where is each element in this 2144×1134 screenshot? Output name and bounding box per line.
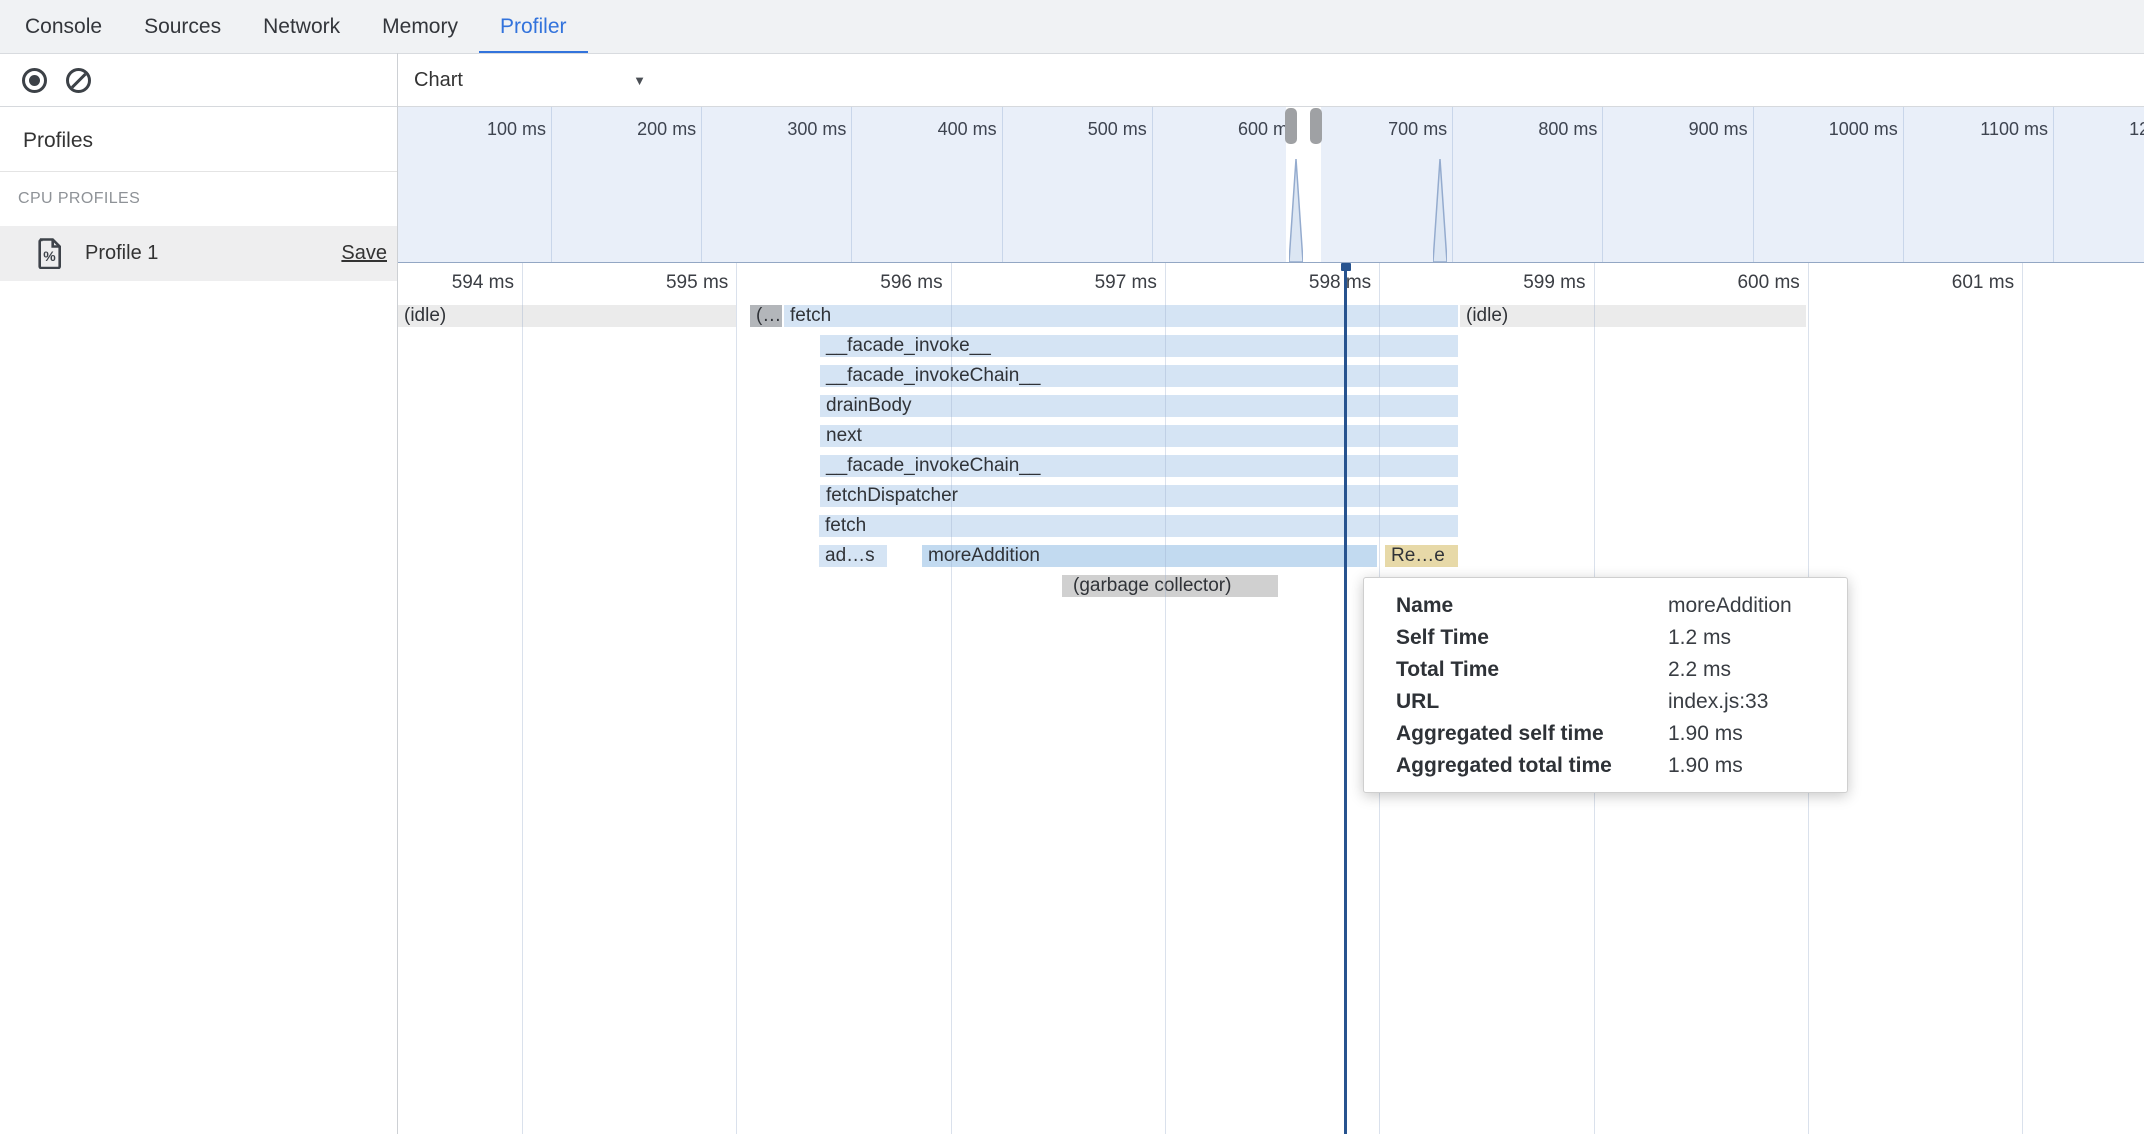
ruler-tick-label: 596 ms bbox=[793, 272, 943, 292]
flame-bar[interactable]: __facade_invokeChain__ bbox=[820, 455, 1458, 477]
selection-handle-right[interactable] bbox=[1310, 108, 1322, 144]
overview-tick-label: 100 ms bbox=[398, 119, 546, 139]
flame-bar[interactable]: moreAddition bbox=[922, 545, 1377, 567]
tooltip-row: Aggregated total time1.90 ms bbox=[1396, 750, 1847, 782]
tooltip-field-value: 1.90 ms bbox=[1668, 718, 1847, 750]
tooltip-field-label: Self Time bbox=[1396, 622, 1668, 654]
tooltip-field-value: 2.2 ms bbox=[1668, 654, 1847, 686]
overview-tick-label: 1000 ms bbox=[1738, 119, 1898, 139]
tab-sources[interactable]: Sources bbox=[123, 0, 242, 53]
ruler-gridline bbox=[522, 263, 523, 1134]
sidebar-rule bbox=[0, 171, 397, 172]
view-mode-label: Chart bbox=[414, 69, 463, 92]
chevron-down-icon: ▼ bbox=[633, 73, 646, 88]
sidebar-item-profile-1[interactable]: % Profile 1 Save bbox=[0, 226, 397, 281]
tab-network[interactable]: Network bbox=[242, 0, 361, 53]
profile-document-icon: % bbox=[38, 238, 63, 274]
overview-tick-label: 500 ms bbox=[987, 119, 1147, 139]
svg-text:%: % bbox=[43, 248, 56, 264]
profile-name: Profile 1 bbox=[85, 226, 158, 281]
ruler-tick-label: 597 ms bbox=[1007, 272, 1157, 292]
profile-save-link[interactable]: Save bbox=[341, 226, 387, 281]
flame-bar[interactable]: (idle) bbox=[398, 305, 736, 327]
tooltip-field-value: 1.2 ms bbox=[1668, 622, 1847, 654]
flame-bar[interactable]: next bbox=[820, 425, 1458, 447]
sidebar-title: Profiles bbox=[23, 129, 93, 153]
ruler-tick-label: 595 ms bbox=[578, 272, 728, 292]
tab-console[interactable]: Console bbox=[4, 0, 123, 53]
ruler-gridline bbox=[951, 263, 952, 1134]
overview-tick-label: 600 ms bbox=[1137, 119, 1297, 139]
record-profile-icon[interactable] bbox=[22, 68, 47, 93]
tooltip-row: Self Time1.2 ms bbox=[1396, 622, 1847, 654]
selection-handle-left[interactable] bbox=[1285, 108, 1297, 144]
profiler-toolbar bbox=[0, 54, 397, 106]
flame-bar[interactable]: drainBody bbox=[820, 395, 1458, 417]
tooltip-field-value: moreAddition bbox=[1668, 590, 1847, 622]
clear-profiles-icon[interactable] bbox=[66, 68, 91, 93]
cpu-activity-spike bbox=[1433, 158, 1447, 262]
flame-chart-area: 594 ms 595 ms 596 ms 597 ms 598 ms 599 ms 600 … bbox=[398, 263, 2144, 1134]
overview-tick-label: 800 ms bbox=[1437, 119, 1597, 139]
view-mode-dropdown[interactable]: Chart ▼ bbox=[414, 54, 646, 106]
tooltip-field-label: URL bbox=[1396, 686, 1668, 718]
flame-bar[interactable]: Re…e bbox=[1385, 545, 1458, 567]
flame-bar-tooltip: NamemoreAdditionSelf Time1.2 msTotal Tim… bbox=[1363, 577, 1848, 793]
overview-tick-label: 900 ms bbox=[1588, 119, 1748, 139]
playhead-line bbox=[1344, 263, 1347, 1134]
ruler-gridline bbox=[2022, 263, 2023, 1134]
ruler-tick-label: 599 ms bbox=[1436, 272, 1586, 292]
ruler-tick-label: 601 ms bbox=[1864, 272, 2014, 292]
tooltip-row: URLindex.js:33 bbox=[1396, 686, 1847, 718]
tooltip-row: NamemoreAddition bbox=[1396, 590, 1847, 622]
cpu-activity-spike bbox=[1289, 158, 1303, 262]
tooltip-field-label: Total Time bbox=[1396, 654, 1668, 686]
overview-tick-label: 1100 ms bbox=[1888, 119, 2048, 139]
overview-tick-label: 300 ms bbox=[686, 119, 846, 139]
ruler-tick-label: 594 ms bbox=[398, 272, 514, 292]
overview-tick-label: 400 ms bbox=[837, 119, 997, 139]
overview-tick-label: 200 ms bbox=[536, 119, 696, 139]
tab-memory[interactable]: Memory bbox=[361, 0, 479, 53]
ruler-tick-label: 600 ms bbox=[1650, 272, 1800, 292]
ruler-tick-label: 598 ms bbox=[1221, 272, 1371, 292]
flame-bar[interactable]: (idle) bbox=[1460, 305, 1806, 327]
ruler-gridline bbox=[736, 263, 737, 1134]
tooltip-field-label: Name bbox=[1396, 590, 1668, 622]
devtools-window: ConsoleSourcesNetworkMemoryProfiler Prof… bbox=[0, 0, 2144, 1134]
flame-bar[interactable]: fetchDispatcher bbox=[820, 485, 1458, 507]
flame-bar[interactable]: ad…s bbox=[819, 545, 887, 567]
tooltip-field-value: index.js:33 bbox=[1668, 686, 1847, 718]
tab-bar: ConsoleSourcesNetworkMemoryProfiler bbox=[0, 0, 2144, 53]
flame-bar[interactable]: __facade_invokeChain__ bbox=[820, 365, 1458, 387]
flame-bar[interactable]: (garbage collector) bbox=[1062, 575, 1278, 597]
flame-bar[interactable]: (… bbox=[750, 305, 782, 327]
timeline-overview[interactable]: 100 ms200 ms300 ms400 ms500 ms600 ms700 … bbox=[398, 107, 2144, 262]
flame-bar[interactable]: fetch bbox=[819, 515, 1458, 537]
tooltip-field-label: Aggregated self time bbox=[1396, 718, 1668, 750]
tooltip-field-label: Aggregated total time bbox=[1396, 750, 1668, 782]
ruler-gridline bbox=[1165, 263, 1166, 1134]
tab-profiler[interactable]: Profiler bbox=[479, 0, 588, 53]
tooltip-field-value: 1.90 ms bbox=[1668, 750, 1847, 782]
playhead-handle bbox=[1341, 263, 1351, 271]
sidebar-section-cpu-profiles: CPU PROFILES bbox=[18, 190, 140, 208]
flame-bar[interactable]: fetch bbox=[784, 305, 1458, 327]
overview-tick-label: 1200 ms bbox=[2038, 119, 2144, 139]
tooltip-row: Total Time2.2 ms bbox=[1396, 654, 1847, 686]
tooltip-row: Aggregated self time1.90 ms bbox=[1396, 718, 1847, 750]
flame-bar[interactable]: __facade_invoke__ bbox=[820, 335, 1458, 357]
